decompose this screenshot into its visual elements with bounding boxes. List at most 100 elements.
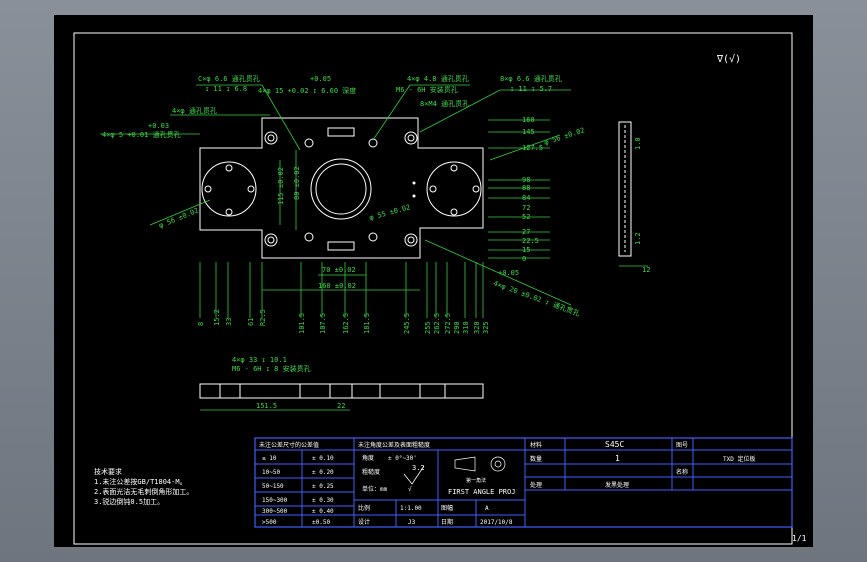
front-dim-0: 151.5	[256, 402, 277, 410]
tol-value-1: ± 0.20	[312, 469, 334, 476]
dim-right-8: 52	[522, 213, 530, 221]
notes-line-0: 1.未注公差按GB/T1804-M。	[94, 477, 187, 486]
tol-value-2: ± 0.25	[312, 483, 334, 490]
dim-bottom-13: 290	[453, 321, 461, 334]
dim-inner-5: 160 ±0.02	[318, 282, 356, 290]
date-label: 日期	[441, 518, 453, 526]
dim-bottom-15: 320	[473, 321, 481, 334]
dim-right-7: 72	[522, 204, 530, 212]
format-label: 图幅	[441, 504, 453, 512]
tol-range-5: >500	[262, 519, 277, 526]
dim-bottom-11: 262.5	[433, 313, 441, 334]
dim-inner-4: 70 ±0.02	[322, 266, 356, 274]
dim-bottom-16: 325	[482, 321, 490, 334]
dim-inner-2: 80 ±0.02	[293, 166, 301, 200]
tol-range-1: 10~50	[262, 469, 280, 476]
side-dim-width: 12	[642, 266, 650, 274]
format-value: A	[485, 505, 489, 512]
notes-title: 技术要求	[94, 467, 122, 476]
sheet-number: 1/1	[792, 534, 807, 543]
dim-bottom-8: 181.5	[363, 313, 371, 334]
front-callout-1: M6 - 6H ↧ 8 安装贯孔	[232, 364, 311, 373]
dim-inner-1: 115 ±0.02	[277, 167, 285, 205]
angle-value: ± 0°~30'	[388, 455, 417, 462]
unit-label: 单位：mm	[362, 485, 388, 493]
date-value: 2017/10/8	[480, 519, 513, 526]
dim-bottom-6: 107.5	[319, 313, 327, 334]
draw-label: 设计	[358, 518, 370, 526]
dim-bottom-2: 33	[225, 318, 233, 326]
dim-bottom-12: 272.5	[444, 313, 452, 334]
dim-top-10: +0.03	[148, 122, 169, 130]
dim-top-9: 4×φ 通孔贯孔	[172, 106, 217, 115]
proj-title: 第一角法	[466, 477, 486, 484]
dim-bottom-0: 8	[197, 322, 205, 326]
dim-right-1: 145	[522, 128, 535, 136]
treat-value: 发黑处理	[605, 481, 629, 489]
dim-bottom-7: 162.5	[342, 313, 350, 334]
dim-right-4: 98	[522, 176, 530, 184]
qty-label: 数量	[530, 455, 542, 463]
front-callout-0: 4×φ 33 ↧ 10.1	[232, 356, 287, 364]
qty-value: 1	[615, 454, 620, 463]
dim-right-11: 15	[522, 246, 530, 254]
dim-top-5: M6 - 6H 安装贯孔	[396, 85, 458, 94]
dim-right-12: 0	[522, 255, 526, 263]
dim-top-0: C×φ 6.6 通孔贯孔	[198, 74, 260, 83]
notes-line-1: 2.表面光洁无毛刺倒角形加工。	[94, 487, 193, 496]
rough-sub: √	[408, 486, 412, 493]
tol-range-4: 300~500	[262, 508, 288, 515]
dim-bottom-1: 15.2	[213, 309, 221, 326]
dim-top-3: +0.05	[310, 75, 331, 83]
tol-value-5: ±0.50	[312, 519, 330, 526]
cad-viewport: ∇(√) 1/1 C×φ 6.6 通孔贯孔 ↧ 11 ↧ 6.8 4×φ 15 …	[0, 0, 867, 562]
dim-right-2: 127.5	[522, 144, 543, 152]
part-name: TXD 定位板	[723, 455, 755, 463]
tol-range-3: 150~300	[262, 497, 288, 504]
dim-top-7: ↧ 11 ↧ 5.7	[510, 85, 552, 93]
dim-right-5: 88	[522, 184, 530, 192]
angle-label: 角度	[362, 454, 374, 462]
dim-top-1: ↧ 11 ↧ 6.8	[205, 85, 247, 93]
notes-line-2: 3.锐边倒钝0.5加工。	[94, 497, 164, 506]
dim-bottom-3: 61	[247, 318, 255, 326]
dim-top-6: 8×φ 6.6 通孔贯孔	[500, 74, 562, 83]
scale-label: 比例	[358, 504, 370, 512]
proj-text: FIRST ANGLE PROJ	[448, 488, 515, 496]
dim-bottom-10: 255	[424, 321, 432, 334]
tol-value-0: ± 0.10	[312, 455, 334, 462]
tol-range-0: ≤ 10	[262, 455, 277, 462]
drawing-canvas: ∇(√) 1/1 C×φ 6.6 通孔贯孔 ↧ 11 ↧ 6.8 4×φ 15 …	[54, 15, 813, 547]
dim-bottom-5: 101.5	[298, 313, 306, 334]
dim-bottom-9: 245.5	[403, 313, 411, 334]
dim-top-8: 8×M4 通孔贯孔	[420, 99, 469, 108]
drawing-sheet	[54, 15, 813, 547]
name-row-label: 名称	[676, 468, 688, 476]
dim-right-9: 27	[522, 228, 530, 236]
dim-right-0: 160	[522, 116, 535, 124]
dim-inner-7: +0.05	[498, 269, 519, 277]
side-dim-0: 1.0	[634, 137, 642, 150]
material-value: S45C	[605, 440, 624, 449]
material-label: 材料	[530, 441, 542, 449]
proj-header: 未注角度公差及表面粗糙度	[358, 441, 430, 449]
dim-bottom-14: 310	[462, 321, 470, 334]
scale-value: 1:1.00	[400, 505, 422, 512]
name-label: 图号	[676, 442, 688, 449]
dim-top-2: 4×φ 15 +0.02 ↧ 6.60 深度	[258, 86, 356, 95]
dim-top-11: 4×φ 5 +0.01 通孔贯孔	[102, 130, 181, 139]
dim-right-10: 22.5	[522, 237, 539, 245]
tol-value-3: ± 0.30	[312, 497, 334, 504]
side-dim-1: 1.2	[634, 232, 642, 245]
dim-right-6: 84	[522, 194, 530, 202]
treat-label: 处理	[530, 481, 542, 489]
dim-bottom-4: R2.5	[259, 309, 267, 326]
dim-top-4: 4×φ 4.8 通孔贯孔	[407, 74, 469, 83]
tol-header: 未注公差尺寸的公差值	[259, 441, 319, 449]
tol-range-2: 50~150	[262, 483, 284, 490]
roughness-symbol: ∇(√)	[716, 53, 741, 65]
tol-value-4: ± 0.40	[312, 508, 334, 515]
rough-label: 粗糙度	[362, 468, 380, 476]
draw-value: J3	[408, 519, 416, 526]
front-dim-1: 22	[337, 402, 345, 410]
